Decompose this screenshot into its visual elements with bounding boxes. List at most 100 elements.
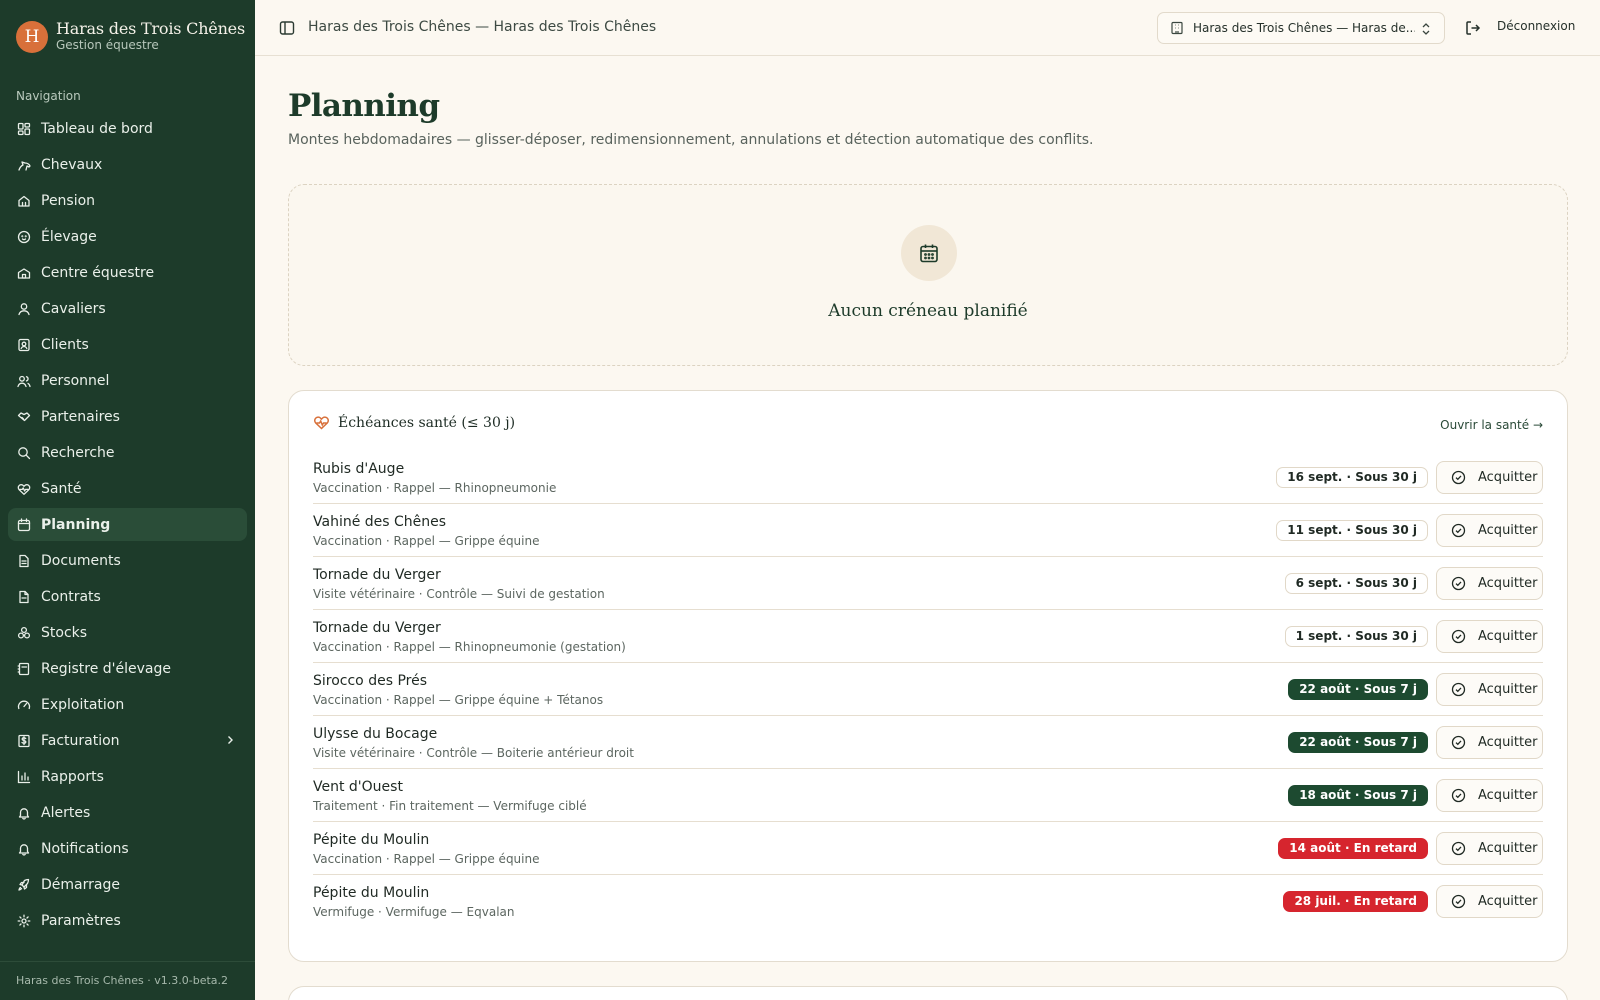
sidebar-item-label: Clients <box>41 336 89 353</box>
acknowledge-button[interactable]: Acquitter <box>1436 567 1543 600</box>
building-icon <box>1171 21 1183 35</box>
sidebar-nav: Tableau de bord Chevaux Pension Élevage Cent… <box>8 112 247 940</box>
gear-icon <box>17 914 31 927</box>
sidebar-item-chevaux[interactable]: Chevaux <box>8 148 247 181</box>
sidebar-item-label: Centre équestre <box>41 264 155 281</box>
chevron-right-icon[interactable] <box>224 734 236 746</box>
contact-icon <box>18 338 30 351</box>
sidebar-item-facturation[interactable]: Facturation <box>8 724 247 757</box>
sidebar-item-label: Exploitation <box>41 696 125 713</box>
users-icon <box>17 375 31 387</box>
sidebar-item-centre-equestre[interactable]: Centre équestre <box>8 256 247 289</box>
due-date-badge: 6 sept. · Sous 30 j <box>1284 573 1428 594</box>
logout-icon[interactable] <box>1464 19 1482 37</box>
sidebar-item-rapports[interactable]: Rapports <box>8 760 247 793</box>
acknowledge-button[interactable]: Acquitter <box>1436 514 1543 547</box>
health-card-header: Échéances santé (≤ 30 j) <box>313 414 515 431</box>
sidebar-item-planning[interactable]: Planning <box>8 508 247 541</box>
nav-heading: Navigation <box>16 89 81 103</box>
check-circle-icon <box>1451 841 1466 856</box>
acknowledge-button[interactable]: Acquitter <box>1436 832 1543 865</box>
sidebar: H Haras des Trois Chênes Gestion équestr… <box>0 0 255 1000</box>
sidebar-item-label: Pension <box>41 192 96 209</box>
sidebar-toggle-icon[interactable] <box>279 20 295 36</box>
sidebar-item-label: Notifications <box>41 840 129 857</box>
deadline-detail: Traitement · Fin traitement — Vermifuge … <box>313 799 587 813</box>
sidebar-item-label: Santé <box>41 480 82 497</box>
health-deadline-row: Vahiné des Chênes Vaccination · Rappel — … <box>313 504 1543 557</box>
sidebar-item-parametres[interactable]: Paramètres <box>8 904 247 937</box>
horse-icon <box>18 160 31 171</box>
acknowledge-label: Acquitter <box>1478 523 1538 538</box>
sidebar-item-registre-d-elevage[interactable]: Registre d'élevage <box>8 652 247 685</box>
sidebar-item-stocks[interactable]: Stocks <box>8 616 247 649</box>
check-circle-icon <box>1451 629 1466 644</box>
health-deadline-row: Sirocco des Prés Vaccination · Rappel — G… <box>313 663 1543 716</box>
check-circle-icon <box>1451 682 1466 697</box>
sidebar-item-contrats[interactable]: Contrats <box>8 580 247 613</box>
sidebar-item-tableau-de-bord[interactable]: Tableau de bord <box>8 112 247 145</box>
deadline-detail: Vaccination · Rappel — Rhinopneumonie (g… <box>313 640 626 654</box>
health-card-title: Échéances santé (≤ 30 j) <box>338 414 516 431</box>
sidebar-item-clients[interactable]: Clients <box>8 328 247 361</box>
sidebar-item-partenaires[interactable]: Partenaires <box>8 400 247 433</box>
due-date-badge: 1 sept. · Sous 30 j <box>1284 626 1428 647</box>
acknowledge-label: Acquitter <box>1478 735 1538 750</box>
sidebar-item-pension[interactable]: Pension <box>8 184 247 217</box>
sidebar-item-exploitation[interactable]: Exploitation <box>8 688 247 721</box>
open-health-link[interactable]: Ouvrir la santé → <box>1440 418 1543 432</box>
next-card <box>288 986 1568 1000</box>
check-circle-icon <box>1451 576 1466 591</box>
deadline-detail: Vermifuge · Vermifuge — Eqvalan <box>313 905 515 919</box>
acknowledge-button[interactable]: Acquitter <box>1436 885 1543 918</box>
sidebar-item-label: Chevaux <box>41 156 103 173</box>
brand-text: Haras des Trois Chênes Gestion équestre <box>56 20 245 53</box>
sidebar-item-elevage[interactable]: Élevage <box>8 220 247 253</box>
sidebar-item-label: Facturation <box>41 732 120 749</box>
boxes-icon <box>17 626 31 639</box>
organization-selector-label: Haras des Trois Chênes — Haras de... <box>1193 21 1415 35</box>
empty-schedule-label: Aucun créneau planifié <box>828 301 1028 321</box>
baby-icon <box>17 230 31 243</box>
brand-logo: H <box>16 20 48 53</box>
acknowledge-label: Acquitter <box>1478 894 1538 909</box>
sidebar-item-label: Rapports <box>41 768 104 785</box>
acknowledge-button[interactable]: Acquitter <box>1436 779 1543 812</box>
health-deadline-row: Vent d'Ouest Traitement · Fin traitement … <box>313 769 1543 822</box>
acknowledge-label: Acquitter <box>1478 788 1538 803</box>
sidebar-item-label: Démarrage <box>41 876 120 893</box>
due-date-badge: 11 sept. · Sous 30 j <box>1276 520 1428 541</box>
health-deadline-row: Ulysse du Bocage Visite vétérinaire · Con… <box>313 716 1543 769</box>
page-title: Planning <box>288 88 440 124</box>
sidebar-item-personnel[interactable]: Personnel <box>8 364 247 397</box>
sidebar-item-cavaliers[interactable]: Cavaliers <box>8 292 247 325</box>
search-icon <box>18 446 31 459</box>
organization-selector[interactable]: Haras des Trois Chênes — Haras de... <box>1157 12 1445 44</box>
sidebar-item-label: Tableau de bord <box>41 120 153 137</box>
sidebar-item-documents[interactable]: Documents <box>8 544 247 577</box>
acknowledge-label: Acquitter <box>1478 470 1538 485</box>
sidebar-item-label: Alertes <box>41 804 91 821</box>
sidebar-footer: Haras des Trois Chênes · v1.3.0-beta.2 <box>0 961 255 999</box>
logout-button[interactable]: Déconnexion <box>1497 19 1575 33</box>
health-deadlines-card: Échéances santé (≤ 30 j) Ouvrir la santé… <box>288 390 1568 962</box>
sidebar-item-label: Personnel <box>41 372 110 389</box>
sidebar-item-demarrage[interactable]: Démarrage <box>8 868 247 901</box>
deadline-detail: Visite vétérinaire · Contrôle — Boiterie… <box>313 746 634 760</box>
acknowledge-button[interactable]: Acquitter <box>1436 673 1543 706</box>
brand[interactable]: H Haras des Trois Chênes Gestion équestr… <box>16 20 245 53</box>
horse-name: Rubis d'Auge <box>313 461 405 477</box>
check-circle-icon <box>1451 788 1466 803</box>
bell-icon <box>18 843 30 856</box>
acknowledge-button[interactable]: Acquitter <box>1436 461 1543 494</box>
sidebar-item-notifications[interactable]: Notifications <box>8 832 247 865</box>
horse-name: Sirocco des Prés <box>313 673 427 689</box>
acknowledge-label: Acquitter <box>1478 682 1538 697</box>
sidebar-item-sante[interactable]: Santé <box>8 472 247 505</box>
sidebar-item-label: Cavaliers <box>41 300 106 317</box>
acknowledge-button[interactable]: Acquitter <box>1436 726 1543 759</box>
sidebar-item-recherche[interactable]: Recherche <box>8 436 247 469</box>
acknowledge-button[interactable]: Acquitter <box>1436 620 1543 653</box>
check-circle-icon <box>1451 470 1466 485</box>
sidebar-item-alertes[interactable]: Alertes <box>8 796 247 829</box>
